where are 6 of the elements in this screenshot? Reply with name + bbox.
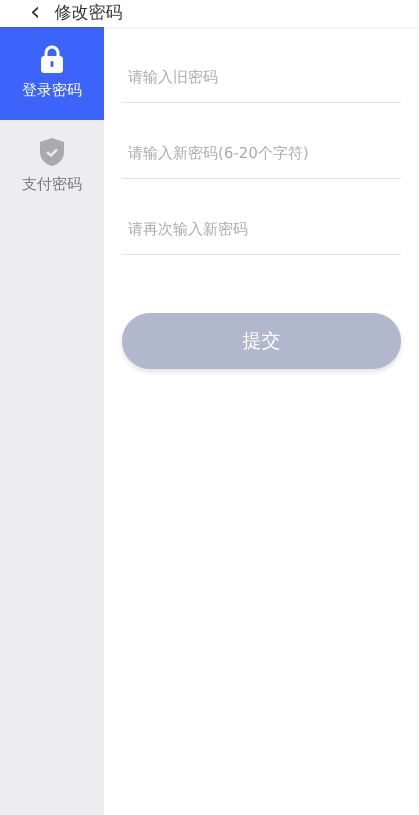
back-icon[interactable]: ‹ (30, 0, 40, 24)
sidebar-tab[interactable]: 登录密码 (0, 27, 104, 120)
lock-icon (40, 45, 64, 74)
shield-check-icon (39, 137, 65, 168)
page-title: 修改密码 (54, 2, 122, 25)
sidebar-tab[interactable]: 支付密码 (0, 120, 104, 213)
